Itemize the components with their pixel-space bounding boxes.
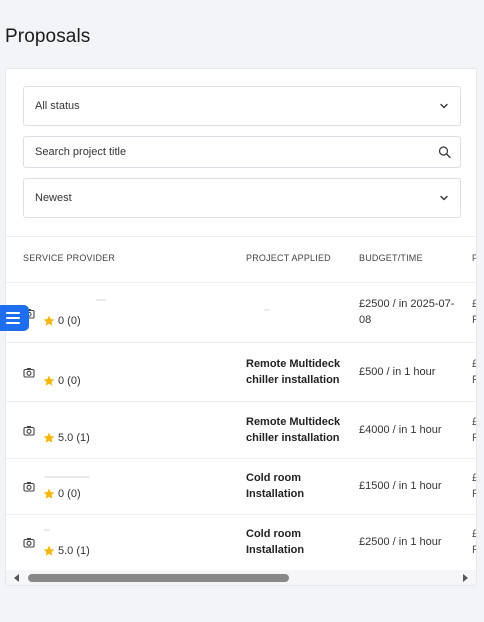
camera-icon [23,426,35,436]
truncated-cell: £ [472,470,476,486]
provider-rating: 0 (0) [43,315,81,327]
column-header-budget-time[interactable]: BUDGET/TIME [359,253,423,263]
table-row[interactable]: 5.0 (1) Remote Multideck chiller install… [6,401,476,458]
camera-icon [23,482,35,492]
camera-icon [23,538,35,548]
page-title: Proposals [5,26,91,47]
column-header-project-applied[interactable]: PROJECT APPLIED [246,253,331,263]
sort-value: Newest [35,192,72,204]
menu-toggle-button[interactable] [0,305,29,331]
star-icon [43,545,55,556]
truncated-cell: F [472,372,476,388]
project-applied[interactable]: Cold room Installation [246,470,346,502]
proposals-card: All status Search project title Newest S… [5,68,477,586]
provider-name-blurred [44,476,90,478]
rating-text: 5.0 (1) [58,432,90,444]
project-applied[interactable]: Remote Multideck chiller installation [246,356,346,388]
status-filter-value: All status [35,100,80,112]
truncated-cell: £ [472,296,476,312]
scroll-left-arrow-icon[interactable] [14,574,19,582]
search-input[interactable]: Search project title [23,136,461,168]
search-placeholder: Search project title [35,146,127,158]
star-icon [43,315,55,326]
search-icon[interactable] [438,146,451,159]
scrollbar-thumb[interactable] [28,574,289,582]
provider-rating: 0 (0) [43,488,81,500]
project-title-blurred [264,309,270,311]
hamburger-icon-bar [5,317,20,319]
table-row[interactable]: 0 (0) £2500 / in 2025-07-08 £ F [6,282,476,342]
column-header-truncated[interactable]: P [472,253,476,263]
sort-select[interactable]: Newest [23,178,461,218]
table-row[interactable]: 0 (0) Remote Multideck chiller installat… [6,342,476,401]
truncated-cell: £ [472,526,476,542]
table-row[interactable]: 5.0 (1) Cold room Installation £2500 / i… [6,514,476,570]
budget-time: £4000 / in 1 hour [359,424,442,436]
hamburger-icon-bar [5,312,20,314]
star-icon [43,432,55,443]
table-row[interactable]: 0 (0) Cold room Installation £1500 / in … [6,458,476,514]
rating-text: 0 (0) [58,315,81,327]
rating-text: 0 (0) [58,488,81,500]
truncated-cell: £ [472,356,476,372]
truncated-cell: F [472,486,476,502]
budget-time: £2500 / in 2025-07-08 [359,298,455,326]
truncated-cell: F [472,312,476,328]
chevron-down-icon [440,103,448,109]
truncated-cell: £ [472,414,476,430]
budget-time: £2500 / in 1 hour [359,536,442,548]
star-icon [43,488,55,499]
budget-time: £1500 / in 1 hour [359,480,442,492]
provider-rating: 0 (0) [43,375,81,387]
budget-time: £500 / in 1 hour [359,366,436,378]
rating-text: 0 (0) [58,375,81,387]
provider-rating: 5.0 (1) [43,432,90,444]
chevron-down-icon [440,195,448,201]
column-header-service-provider[interactable]: SERVICE PROVIDER [23,253,115,263]
provider-rating: 5.0 (1) [43,545,90,557]
hamburger-icon-bar [5,322,20,324]
truncated-cell: F [472,430,476,446]
rating-text: 5.0 (1) [58,545,90,557]
scroll-right-arrow-icon[interactable] [463,574,468,582]
provider-name-blurred [44,529,50,531]
project-applied[interactable]: Remote Multideck chiller installation [246,414,346,446]
truncated-cell: F [472,542,476,558]
status-filter-select[interactable]: All status [23,86,461,126]
camera-icon [23,368,35,378]
project-applied[interactable]: Cold room Installation [246,526,346,558]
proposals-table: SERVICE PROVIDER PROJECT APPLIED BUDGET/… [6,236,476,570]
provider-name-blurred [96,299,106,301]
horizontal-scrollbar[interactable] [6,570,476,585]
star-icon [43,375,55,386]
